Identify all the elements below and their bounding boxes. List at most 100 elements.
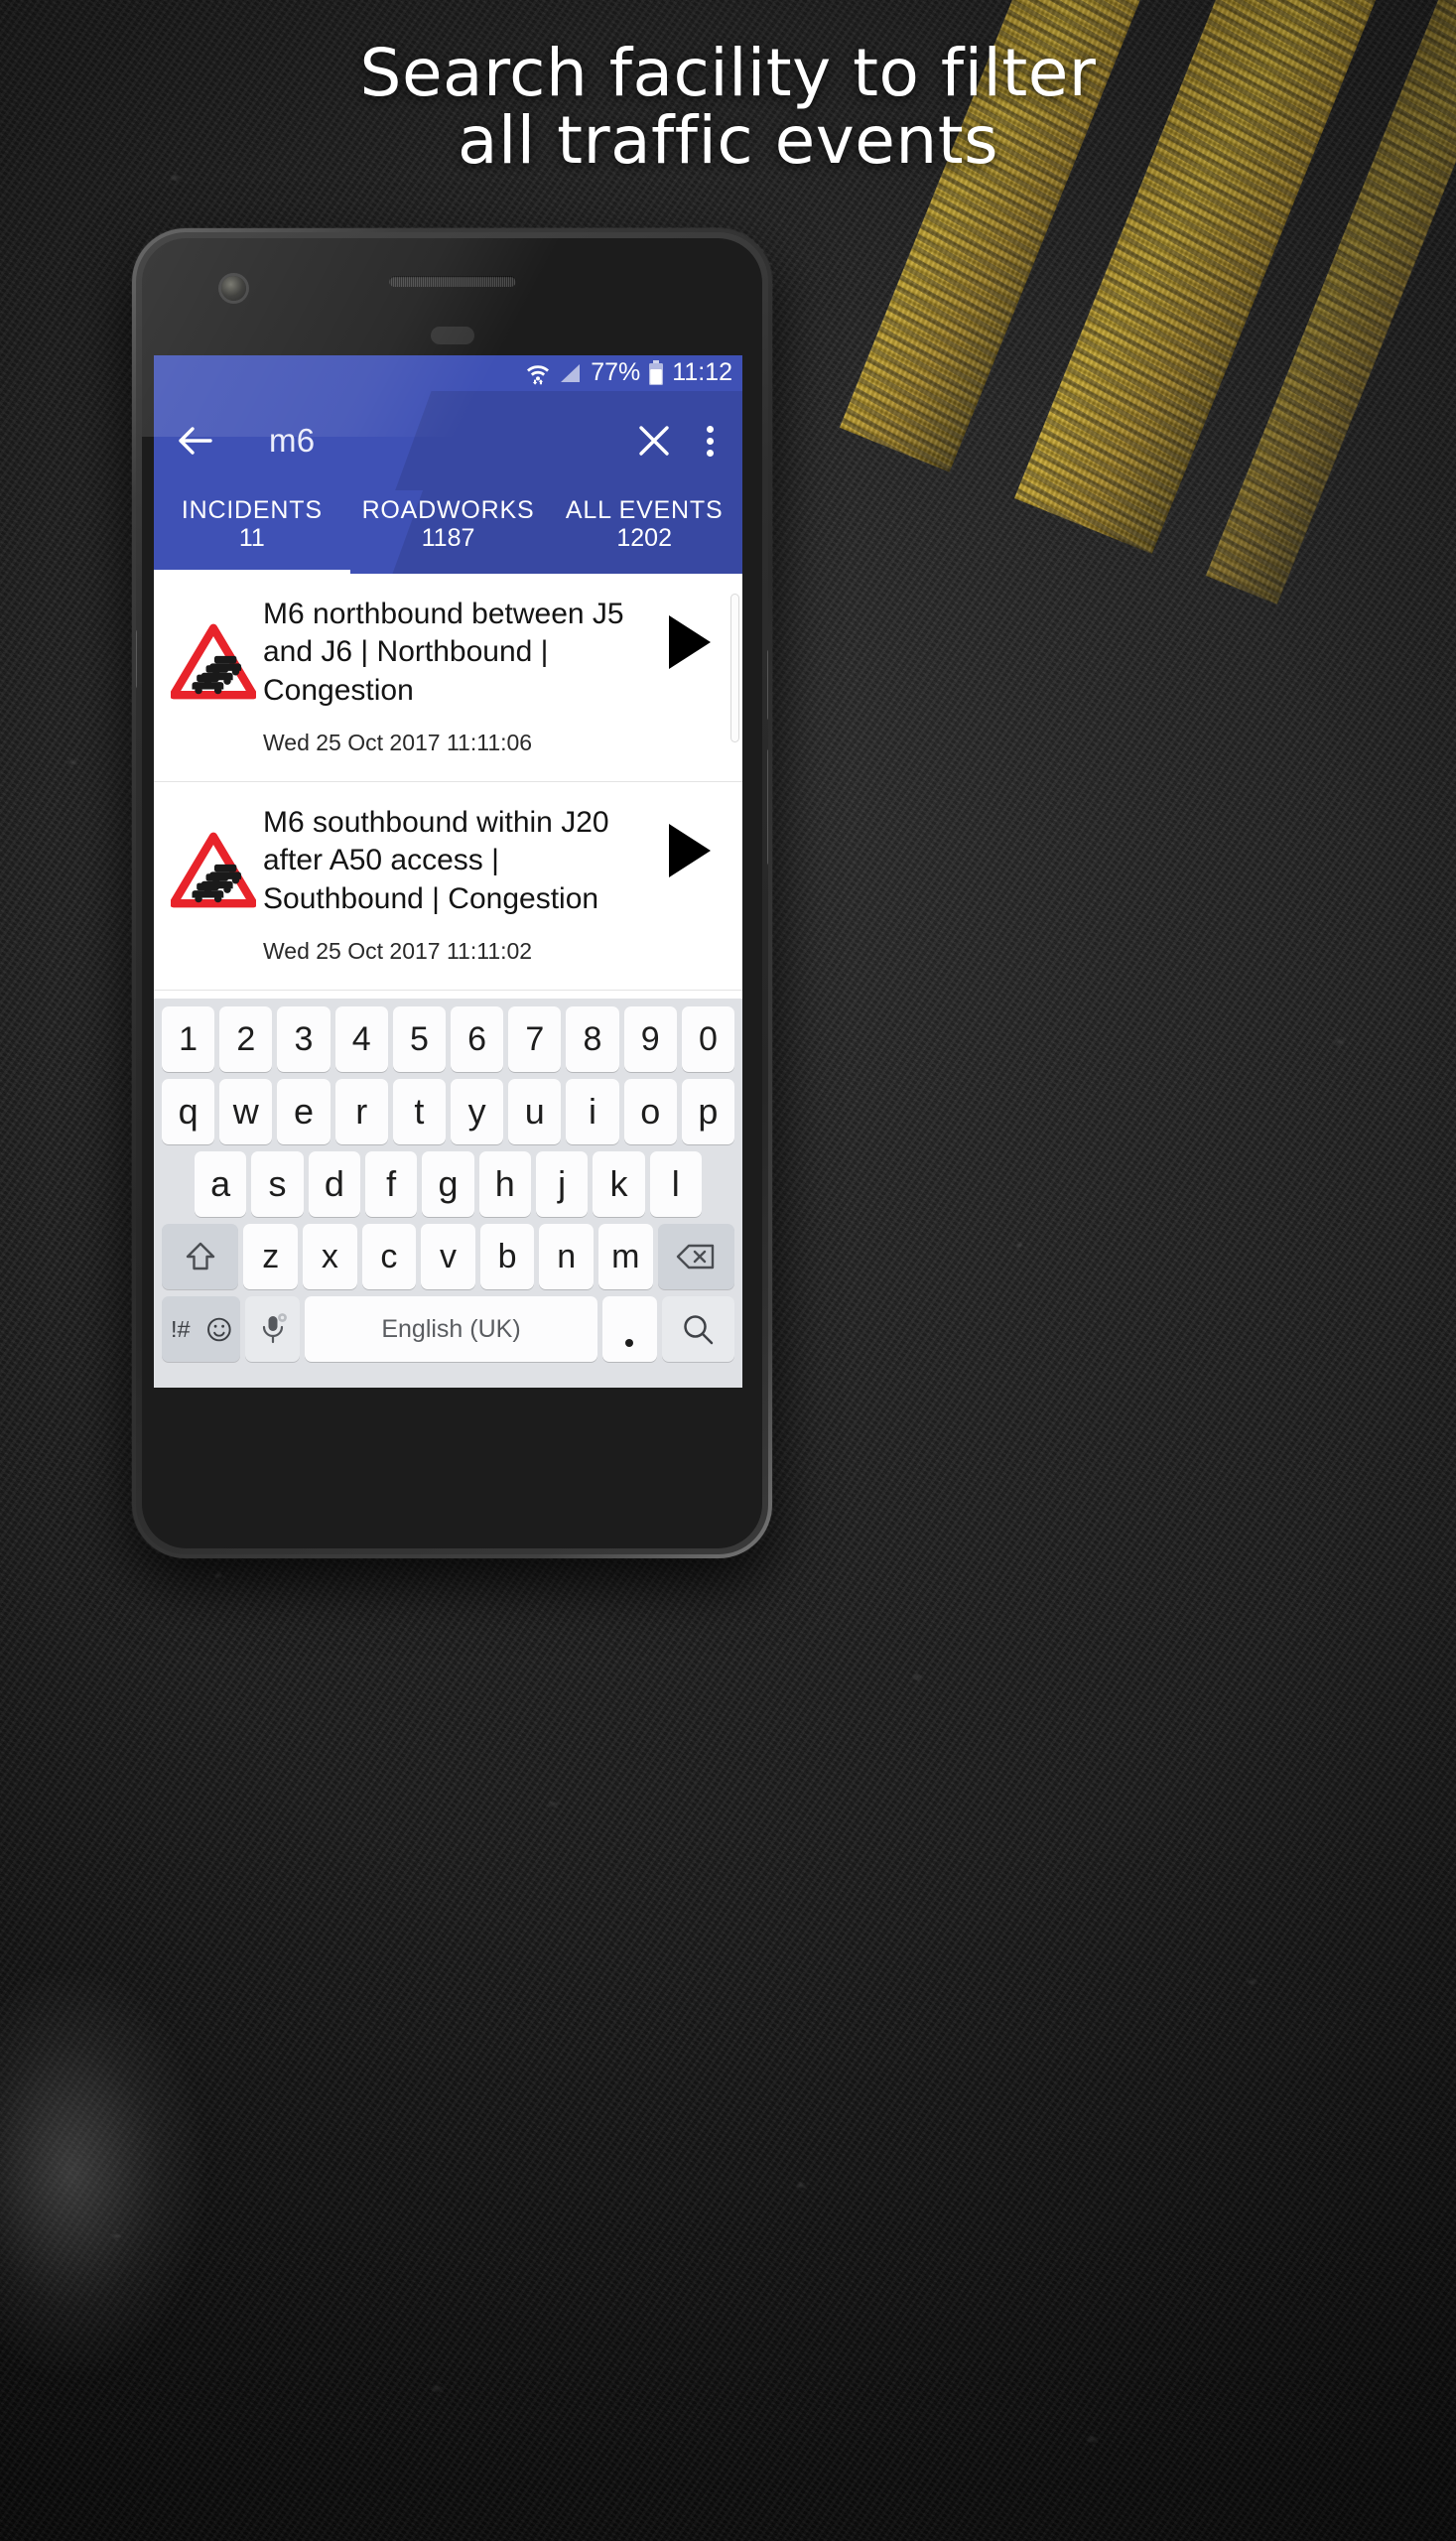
- phone-device: 77% 11:12 m6 INCIDENTS 11 ROADWORKS 1187…: [132, 228, 772, 1558]
- key-2[interactable]: 2: [219, 1006, 273, 1072]
- key-s[interactable]: s: [251, 1151, 304, 1217]
- headline-line-2: all traffic events: [458, 101, 998, 179]
- symbols-key[interactable]: !#: [162, 1296, 241, 1362]
- microphone-icon[interactable]: [245, 1296, 301, 1362]
- overflow-menu-icon[interactable]: [707, 421, 715, 462]
- space-key[interactable]: English (UK): [305, 1296, 597, 1362]
- event-timestamp: Wed 25 Oct 2017 11:11:06: [263, 730, 533, 756]
- play-triangle: [669, 615, 711, 669]
- key-3[interactable]: 3: [277, 1006, 331, 1072]
- period-dot: [625, 1339, 634, 1347]
- tab-label: INCIDENTS: [181, 496, 323, 524]
- queuing-traffic-warning-icon: [164, 804, 263, 908]
- keyboard-row-numbers: 1 2 3 4 5 6 7 8 9 0: [159, 1006, 737, 1072]
- key-q[interactable]: q: [161, 1079, 215, 1144]
- promo-headline: Search facility to filter all traffic ev…: [0, 40, 1456, 175]
- key-f[interactable]: f: [365, 1151, 418, 1217]
- tab-label: ALL EVENTS: [565, 496, 724, 524]
- period-key[interactable]: [601, 1296, 657, 1362]
- keyboard-row-bottom: !# English (UK): [159, 1296, 737, 1362]
- menu-dot: [707, 449, 714, 457]
- key-g[interactable]: g: [422, 1151, 474, 1217]
- key-1[interactable]: 1: [161, 1006, 215, 1072]
- key-z[interactable]: z: [243, 1224, 299, 1289]
- earpiece-speaker: [388, 276, 516, 287]
- event-title: M6 southbound within J20 after A50 acces…: [263, 806, 609, 915]
- play-icon[interactable]: [647, 804, 732, 877]
- side-button-left[interactable]: [136, 629, 137, 689]
- key-d[interactable]: d: [308, 1151, 360, 1217]
- svg-text:!#: !#: [171, 1316, 191, 1342]
- app-bar: m6: [154, 391, 742, 490]
- key-a[interactable]: a: [195, 1151, 247, 1217]
- battery-percent-label: 77%: [591, 357, 641, 386]
- keyboard-row-asdf: a s d f g h j k l: [159, 1151, 737, 1217]
- close-icon[interactable]: [635, 422, 673, 460]
- key-8[interactable]: 8: [566, 1006, 619, 1072]
- battery-icon: [648, 360, 664, 386]
- wifi-icon: [525, 361, 551, 385]
- clock-label: 11:12: [672, 357, 732, 386]
- backspace-icon[interactable]: [657, 1224, 735, 1289]
- key-p[interactable]: p: [681, 1079, 735, 1144]
- back-arrow-icon[interactable]: [174, 420, 215, 462]
- front-camera-icon: [221, 276, 246, 301]
- key-o[interactable]: o: [623, 1079, 677, 1144]
- key-k[interactable]: k: [593, 1151, 645, 1217]
- tab-count: 11: [238, 524, 265, 552]
- tab-count: 1202: [616, 524, 672, 552]
- power-button[interactable]: [767, 649, 768, 721]
- tab-count: 1187: [421, 524, 475, 552]
- search-icon[interactable]: [661, 1296, 734, 1362]
- queuing-traffic-warning-icon: [164, 596, 263, 700]
- key-0[interactable]: 0: [681, 1006, 735, 1072]
- tab-incidents[interactable]: INCIDENTS 11: [154, 490, 350, 574]
- key-x[interactable]: x: [303, 1224, 357, 1289]
- table-row[interactable]: M6 southbound within J20 after A50 acces…: [154, 782, 742, 991]
- key-w[interactable]: w: [219, 1079, 273, 1144]
- key-e[interactable]: e: [277, 1079, 331, 1144]
- key-r[interactable]: r: [334, 1079, 388, 1144]
- status-bar: 77% 11:12: [154, 355, 742, 391]
- tab-bar: INCIDENTS 11 ROADWORKS 1187 ALL EVENTS 1…: [154, 490, 742, 574]
- key-n[interactable]: n: [539, 1224, 594, 1289]
- screen-chin: [154, 1388, 742, 1447]
- key-h[interactable]: h: [478, 1151, 531, 1217]
- volume-button[interactable]: [767, 748, 768, 866]
- on-screen-keyboard[interactable]: 1 2 3 4 5 6 7 8 9 0 q w e r t y u i o p …: [154, 999, 742, 1388]
- key-u[interactable]: u: [508, 1079, 562, 1144]
- event-text: M6 northbound between J5 and J6 | Northb…: [263, 596, 647, 756]
- key-6[interactable]: 6: [451, 1006, 504, 1072]
- shift-icon[interactable]: [161, 1224, 239, 1289]
- key-m[interactable]: m: [597, 1224, 653, 1289]
- signal-icon: [559, 362, 583, 384]
- search-input[interactable]: m6: [269, 422, 635, 460]
- key-y[interactable]: y: [451, 1079, 504, 1144]
- key-t[interactable]: t: [392, 1079, 446, 1144]
- key-v[interactable]: v: [421, 1224, 475, 1289]
- promo-screenshot: Search facility to filter all traffic ev…: [0, 0, 1456, 2541]
- play-triangle: [669, 824, 711, 877]
- key-7[interactable]: 7: [508, 1006, 562, 1072]
- event-title: M6 northbound between J5 and J6 | Northb…: [263, 598, 624, 707]
- tab-all-events[interactable]: ALL EVENTS 1202: [546, 490, 742, 574]
- table-row[interactable]: M6 northbound between J5 and J6 | Northb…: [154, 574, 742, 782]
- event-list[interactable]: M6 northbound between J5 and J6 | Northb…: [154, 574, 742, 999]
- menu-dot: [707, 437, 714, 445]
- event-text: M6 southbound within J20 after A50 acces…: [263, 804, 647, 965]
- gear-icon: [277, 1313, 287, 1322]
- key-i[interactable]: i: [566, 1079, 619, 1144]
- key-9[interactable]: 9: [623, 1006, 677, 1072]
- key-l[interactable]: l: [649, 1151, 702, 1217]
- headline-line-1: Search facility to filter: [359, 35, 1097, 111]
- play-icon[interactable]: [647, 596, 732, 669]
- tab-roadworks[interactable]: ROADWORKS 1187: [350, 490, 547, 574]
- event-timestamp: Wed 25 Oct 2017 11:11:02: [263, 938, 533, 965]
- proximity-sensor: [430, 327, 474, 344]
- key-5[interactable]: 5: [392, 1006, 446, 1072]
- list-scrollbar[interactable]: [730, 594, 739, 742]
- key-4[interactable]: 4: [334, 1006, 388, 1072]
- key-j[interactable]: j: [535, 1151, 589, 1217]
- key-b[interactable]: b: [479, 1224, 535, 1289]
- key-c[interactable]: c: [361, 1224, 417, 1289]
